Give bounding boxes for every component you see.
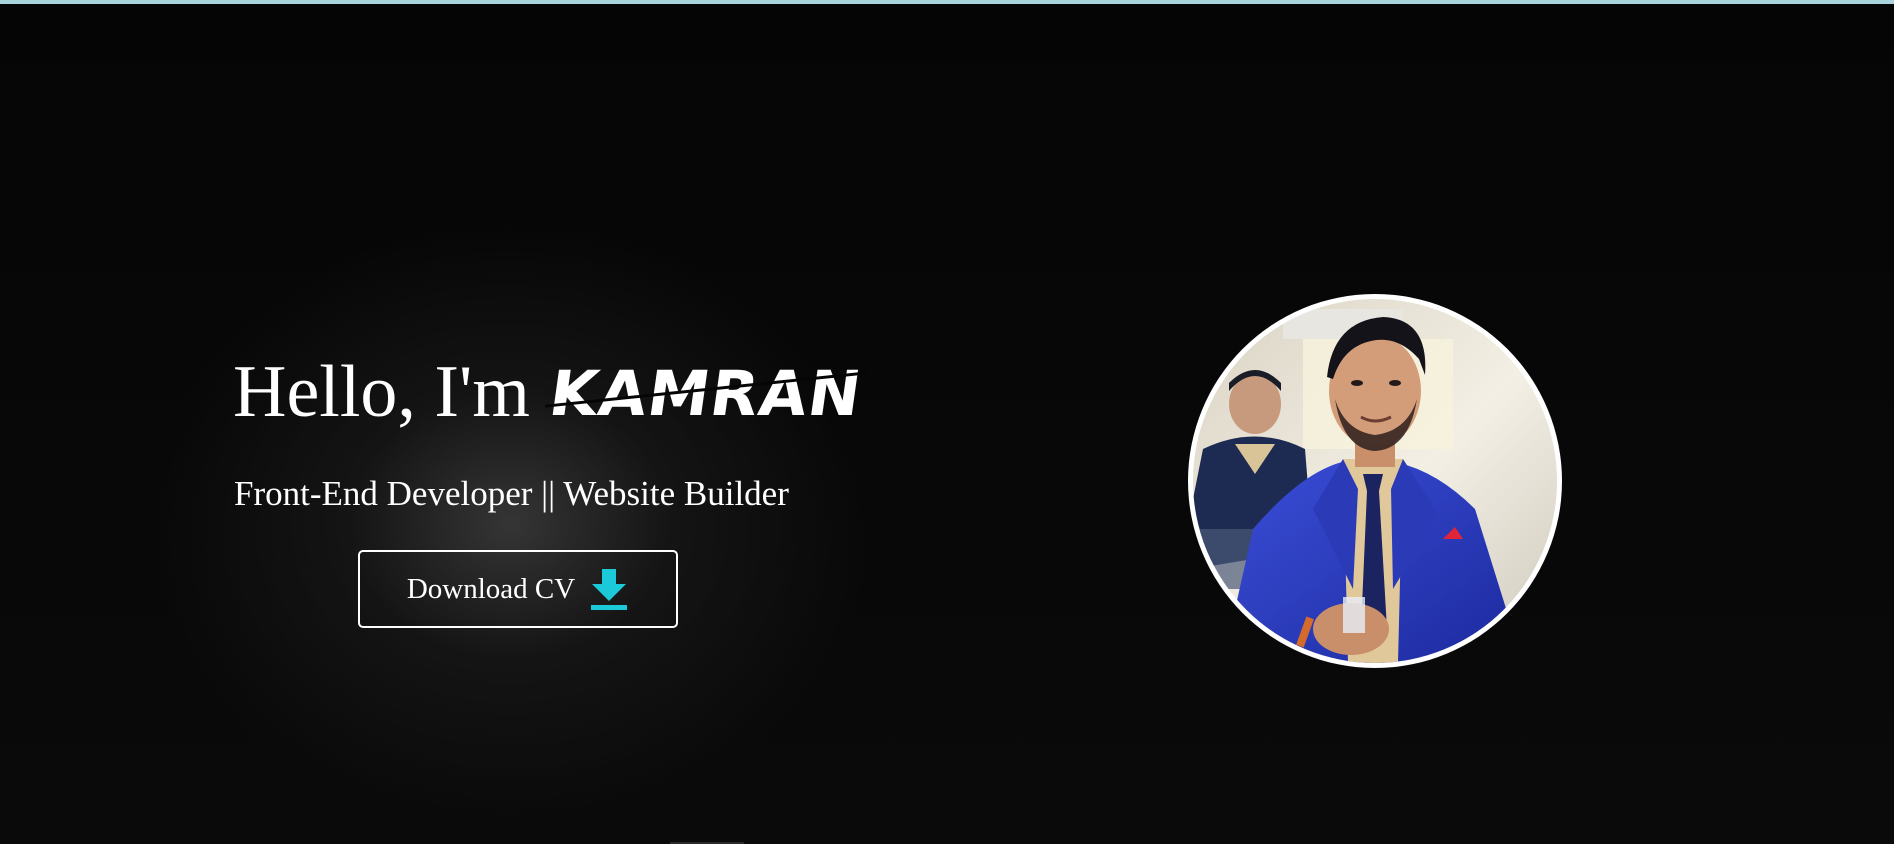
name-logo: KAMRAN: [544, 354, 867, 434]
profile-photo-frame: [1188, 294, 1562, 668]
download-cv-label: Download CV: [406, 572, 576, 605]
greeting-text: Hello, I'm: [233, 351, 530, 433]
profile-photo: [1193, 299, 1557, 663]
hero-subtitle: Front-End Developer || Website Builder: [234, 474, 789, 513]
download-icon: [589, 567, 629, 611]
hero-heading: Hello, I'm KAMRAN: [233, 351, 866, 433]
hero-section: Hello, I'm KAMRAN Front-End Developer ||…: [0, 4, 1894, 844]
download-cv-button[interactable]: Download CV: [358, 550, 678, 628]
